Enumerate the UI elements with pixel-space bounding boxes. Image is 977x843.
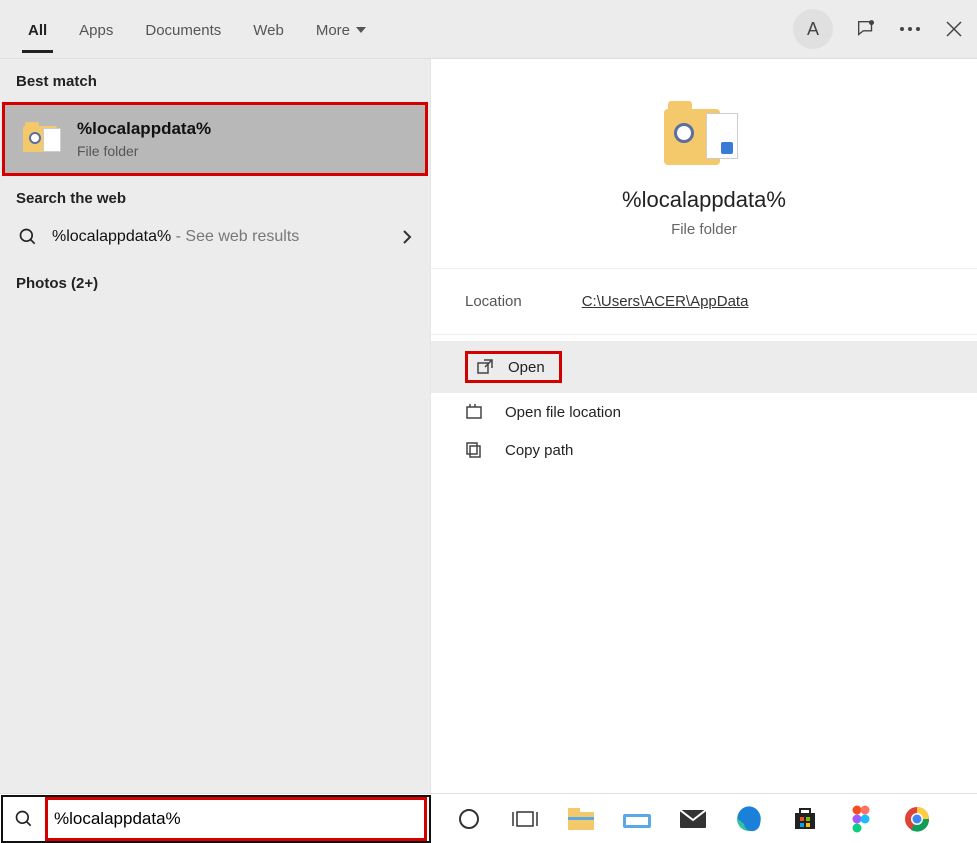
action-open[interactable]: Open <box>431 341 977 393</box>
preview-header: %localappdata% File folder <box>431 59 977 268</box>
open-icon <box>476 358 494 376</box>
taskbar <box>0 793 977 843</box>
actions-list: Open Open file location Copy path <box>431 335 977 469</box>
folder-icon <box>664 99 744 169</box>
best-match-subtitle: File folder <box>77 143 211 159</box>
tab-apps[interactable]: Apps <box>73 6 119 53</box>
header-actions: A <box>793 9 965 49</box>
location-label: Location <box>465 293 522 310</box>
tab-documents[interactable]: Documents <box>139 6 227 53</box>
search-icon <box>18 227 38 247</box>
preview-panel: %localappdata% File folder Location C:\U… <box>430 59 977 793</box>
avatar[interactable]: A <box>793 9 833 49</box>
open-highlight: Open <box>465 351 562 383</box>
web-result-query: %localappdata% <box>52 228 171 245</box>
tab-all[interactable]: All <box>22 6 53 53</box>
best-match-title: %localappdata% <box>77 119 211 139</box>
preview-title: %localappdata% <box>622 187 786 213</box>
keyboard-icon[interactable] <box>621 803 653 835</box>
file-explorer-icon[interactable] <box>565 803 597 835</box>
tab-more[interactable]: More <box>310 6 372 53</box>
search-header: All Apps Documents Web More A <box>0 0 977 58</box>
feedback-icon[interactable] <box>855 18 877 40</box>
best-match-result[interactable]: %localappdata% File folder <box>2 102 428 176</box>
chevron-right-icon <box>402 229 412 245</box>
copy-icon <box>465 441 483 459</box>
chevron-down-icon <box>356 27 366 33</box>
action-copy-path[interactable]: Copy path <box>431 431 977 469</box>
more-icon[interactable] <box>899 18 921 40</box>
photos-section[interactable]: Photos (2+) <box>0 259 430 308</box>
search-web-label: Search the web <box>0 176 430 215</box>
task-view-icon[interactable] <box>509 803 541 835</box>
web-result-suffix: - See web results <box>171 228 299 245</box>
web-result-text: %localappdata% - See web results <box>52 228 299 246</box>
search-input[interactable] <box>48 805 424 833</box>
folder-icon <box>23 122 61 156</box>
search-body: Best match %localappdata% File folder Se… <box>0 58 977 793</box>
figma-icon[interactable] <box>845 803 877 835</box>
taskbar-icons <box>431 803 977 835</box>
search-box[interactable] <box>1 795 431 843</box>
chrome-icon[interactable] <box>901 803 933 835</box>
action-open-location-label: Open file location <box>505 404 621 421</box>
store-icon[interactable] <box>789 803 821 835</box>
tab-more-label: More <box>316 22 350 39</box>
close-icon[interactable] <box>943 18 965 40</box>
cortana-icon[interactable] <box>453 803 485 835</box>
web-result-row[interactable]: %localappdata% - See web results <box>0 215 430 259</box>
location-value[interactable]: C:\Users\ACER\AppData <box>582 293 749 310</box>
best-match-label: Best match <box>0 59 430 98</box>
folder-location-icon <box>465 403 483 421</box>
search-icon <box>3 809 45 829</box>
best-match-text: %localappdata% File folder <box>77 119 211 159</box>
results-panel: Best match %localappdata% File folder Se… <box>0 59 430 793</box>
edge-icon[interactable] <box>733 803 765 835</box>
search-highlight <box>45 797 427 841</box>
location-row: Location C:\Users\ACER\AppData <box>431 268 977 335</box>
action-open-location[interactable]: Open file location <box>431 393 977 431</box>
mail-icon[interactable] <box>677 803 709 835</box>
filter-tabs: All Apps Documents Web More <box>22 6 372 53</box>
preview-subtitle: File folder <box>671 221 737 238</box>
action-copy-path-label: Copy path <box>505 442 573 459</box>
action-open-label: Open <box>508 359 545 376</box>
tab-web[interactable]: Web <box>247 6 290 53</box>
